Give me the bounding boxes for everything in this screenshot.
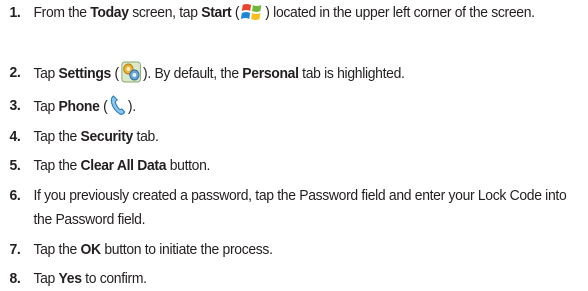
step-text: Tap Phone ( ). [33, 95, 136, 115]
step-number: 1. [9, 4, 21, 21]
step-8: 8. Tap Yes to confirm. [0, 267, 587, 291]
step-1: 1. From the Today screen, tap Start ( ) … [0, 1, 587, 25]
step-7: 7. Tap the OK button to initiate the pro… [0, 238, 587, 262]
step-number: 3. [9, 97, 21, 114]
phone-handset-icon [109, 94, 126, 116]
step-number: 2. [9, 64, 21, 81]
settings-gear-icon [121, 61, 141, 83]
step-number: 5. [9, 157, 21, 174]
step-text: Tap the Security tab. [33, 128, 159, 145]
step-text: If you previously created a password, ta… [33, 187, 567, 228]
step-text: Tap Settings ( ). By default, the Person… [33, 61, 405, 83]
step-number: 7. [9, 241, 21, 258]
step-3: 3. Tap Phone ( ). [0, 94, 587, 119]
step-2: 2. Tap Settings ( ). By default, the Per… [0, 61, 587, 86]
step-4: 4. Tap the Security tab. [0, 125, 587, 149]
windows-start-icon [241, 2, 263, 22]
step-5: 5. Tap the Clear All Data button. [0, 154, 587, 178]
step-number: 4. [9, 128, 21, 145]
step-6: 6. If you previously created a password,… [0, 184, 587, 232]
step-number: 8. [9, 270, 21, 287]
step-text: Tap Yes to confirm. [33, 270, 147, 287]
step-number: 6. [9, 187, 21, 204]
step-text: From the Today screen, tap Start ( ) loc… [33, 2, 535, 22]
step-text: Tap the Clear All Data button. [33, 157, 211, 174]
step-text: Tap the OK button to initiate the proces… [33, 241, 273, 258]
